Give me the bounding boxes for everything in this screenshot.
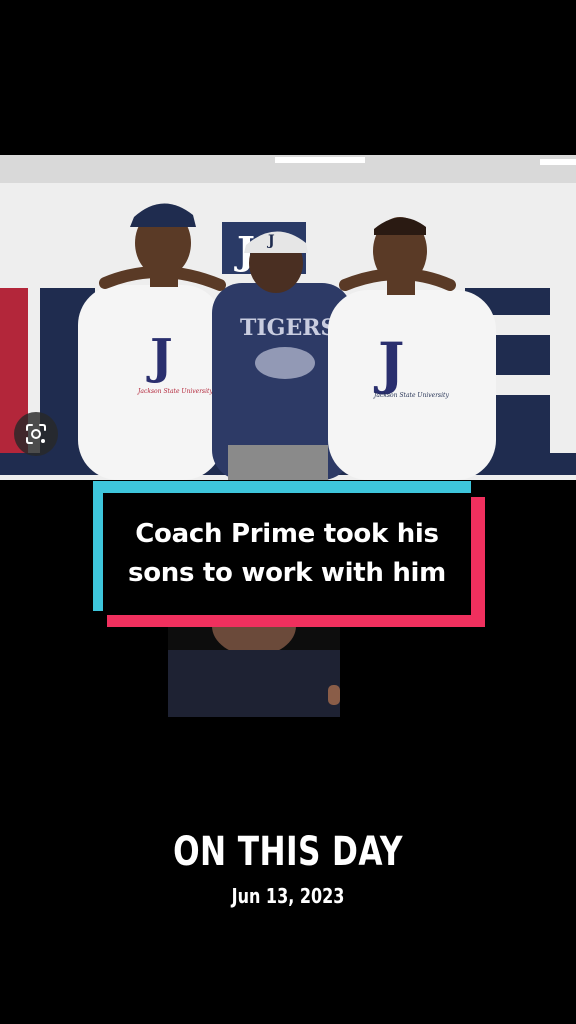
- shirt-right-letter: J: [373, 331, 405, 397]
- hoodie-right: [328, 290, 496, 480]
- hat-logo-letter: J: [266, 233, 275, 249]
- photo-scene: J J Jackson State University J TIGERS: [0, 155, 576, 480]
- pants-center: [228, 445, 328, 480]
- ceiling-light: [275, 157, 365, 163]
- google-lens-icon: [26, 424, 46, 444]
- shirt-right-text: Jackson State University: [372, 392, 449, 399]
- caption-line: Coach Prime took his: [135, 519, 439, 549]
- caption-text-box: Coach Prime took his sons to work with h…: [103, 493, 471, 615]
- on-this-day-title: ON THIS DAY: [173, 829, 403, 875]
- shirt-left-text: Jackson State University: [136, 388, 213, 395]
- on-this-day-date: Jun 13, 2023: [231, 884, 345, 908]
- tiger-graphic: [255, 347, 315, 379]
- caption-box: Coach Prime took his sons to work with h…: [93, 481, 485, 629]
- google-lens-button[interactable]: [14, 412, 58, 456]
- shirt-left-letter: J: [146, 329, 173, 385]
- shirt-center-text: TIGERS: [240, 315, 336, 341]
- photo: J J Jackson State University J TIGERS: [0, 155, 576, 480]
- caption-line: sons to work with him: [128, 558, 446, 588]
- ceiling-light: [540, 159, 576, 165]
